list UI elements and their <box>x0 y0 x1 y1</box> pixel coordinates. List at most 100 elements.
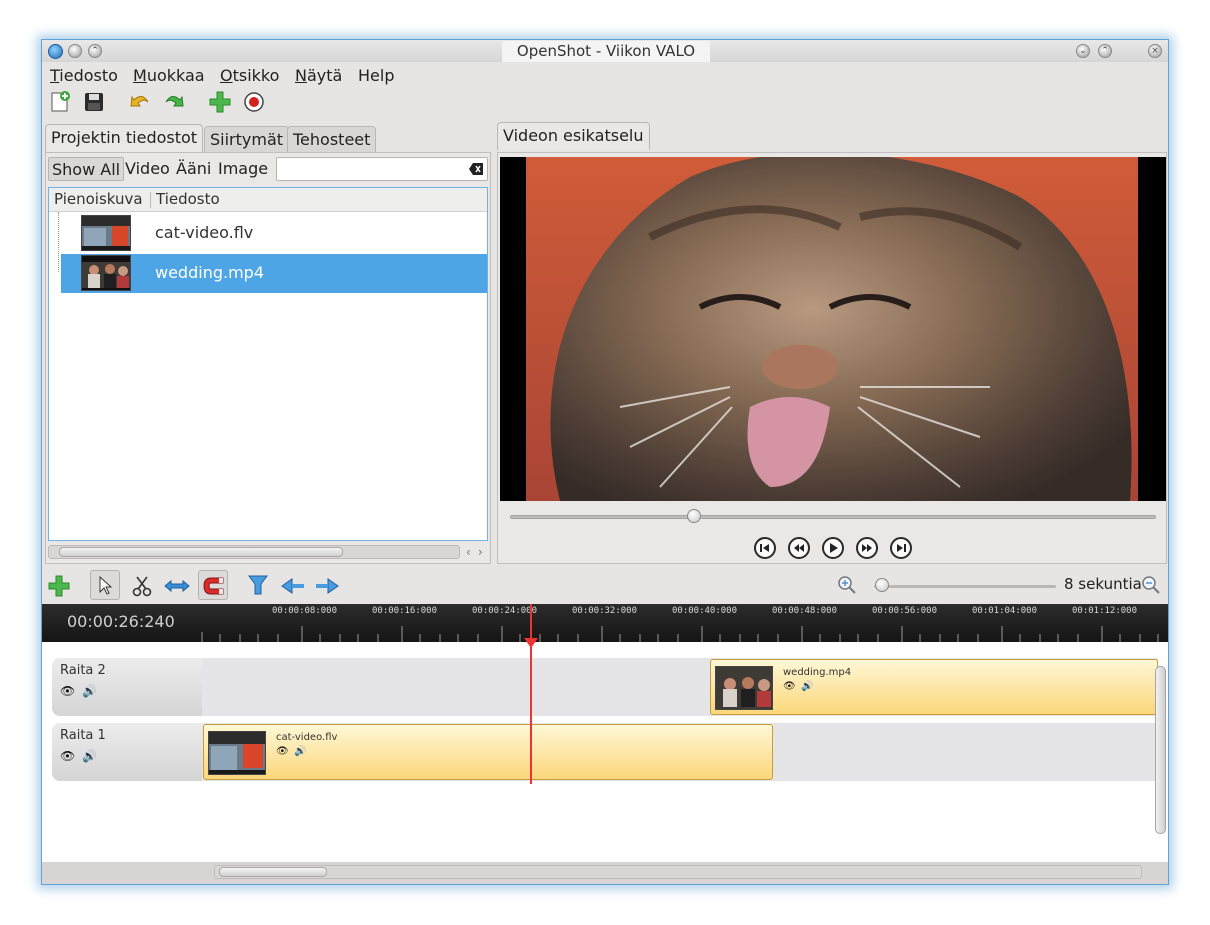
app-icon[interactable] <box>48 44 63 59</box>
filter-audio[interactable]: Ääni <box>173 157 214 181</box>
clip-wedding[interactable]: wedding.mp4 👁 🔊 <box>710 659 1158 715</box>
file-row-cat-video[interactable]: cat-video.flv <box>61 214 487 253</box>
seek-handle[interactable] <box>687 509 701 523</box>
eye-icon[interactable]: 👁 <box>276 746 289 757</box>
clip-name: cat-video.flv <box>276 732 338 743</box>
resize-icon[interactable] <box>164 579 190 593</box>
rewind-icon <box>794 544 804 552</box>
tab-project-files[interactable]: Projektin tiedostot <box>45 124 204 152</box>
track-header: Raita 1 👁 🔊 <box>52 723 202 781</box>
zoom-slider-handle[interactable] <box>875 578 889 592</box>
ruler-tick-label: 00:01:04:000 <box>972 606 1038 616</box>
window-title: OpenShot - Viikon VALO <box>502 41 710 62</box>
track-audio-icon[interactable]: 🔊 <box>82 749 97 763</box>
marker-icon[interactable] <box>247 574 269 598</box>
filter-image[interactable]: Image <box>215 157 271 181</box>
project-files-panel: Show All Video Ääni Image Pienoiskuva Ti… <box>45 152 491 564</box>
record-icon[interactable] <box>242 90 266 114</box>
column-file[interactable]: Tiedosto <box>156 190 220 208</box>
tab-transitions[interactable]: Siirtymät <box>204 126 290 154</box>
jump-start-button[interactable] <box>754 537 776 559</box>
add-icon[interactable] <box>208 90 232 114</box>
track-name: Raita 2 <box>60 663 106 678</box>
jump-end-button[interactable] <box>890 537 912 559</box>
play-button[interactable] <box>822 537 844 559</box>
zoom-out-icon[interactable] <box>1140 574 1162 596</box>
ruler-tick-label: 00:00:56:000 <box>872 606 938 616</box>
ruler-tick-label: 00:00:32:000 <box>572 606 638 616</box>
ruler-tick-label: 00:00:48:000 <box>772 606 838 616</box>
timeline-vscroll-thumb[interactable] <box>1155 666 1166 834</box>
next-marker-icon[interactable] <box>314 577 340 595</box>
eye-icon[interactable]: 👁 <box>783 681 796 692</box>
file-row-wedding[interactable]: wedding.mp4 <box>61 254 487 293</box>
timeline-vertical-scrollbar[interactable] <box>1154 654 1168 864</box>
file-name: cat-video.flv <box>155 223 254 242</box>
minimize-icon[interactable]: ⌄ <box>1076 44 1090 58</box>
maximize-icon[interactable]: ⌃ <box>1098 44 1112 58</box>
clip-cat-video[interactable]: cat-video.flv 👁 🔊 <box>203 724 773 780</box>
prev-marker-icon[interactable] <box>280 577 306 595</box>
undo-icon[interactable] <box>128 90 152 114</box>
file-list: Pienoiskuva Tiedosto cat-video.flv weddi… <box>48 187 488 541</box>
scroll-right-icon[interactable]: › <box>478 545 483 559</box>
ruler-ticks <box>201 626 1159 642</box>
zoom-in-icon[interactable] <box>836 574 858 596</box>
window-keep-above-icon[interactable]: ⌃ <box>88 44 102 58</box>
clear-search-icon[interactable] <box>469 163 483 175</box>
tab-video-preview[interactable]: Videon esikatselu <box>497 122 650 150</box>
add-track-icon[interactable] <box>47 574 71 598</box>
openshot-window: ⌃ OpenShot - Viikon VALO ⌄ ⌃ × Tiedosto … <box>41 39 1169 885</box>
timeline-hscroll-thumb[interactable] <box>219 867 327 877</box>
clip-thumbnail <box>208 731 266 775</box>
zoom-slider-track[interactable] <box>874 585 1056 588</box>
snap-magnet-icon <box>203 577 224 595</box>
title-bar: ⌃ OpenShot - Viikon VALO ⌄ ⌃ × <box>42 40 1168 62</box>
new-project-icon[interactable] <box>48 90 72 114</box>
track-visibility-icon[interactable]: 👁 <box>60 684 75 698</box>
playhead-marker[interactable] <box>524 638 538 648</box>
track-audio-icon[interactable]: 🔊 <box>82 684 97 698</box>
files-scroll-thumb[interactable] <box>59 547 343 557</box>
track-header: Raita 2 👁 🔊 <box>52 658 202 716</box>
clip-name: wedding.mp4 <box>783 667 852 678</box>
razor-icon[interactable] <box>131 575 153 597</box>
rewind-button[interactable] <box>788 537 810 559</box>
close-icon[interactable]: × <box>1148 44 1162 58</box>
scroll-left-icon[interactable]: ‹ <box>466 545 471 559</box>
jump-start-icon <box>760 544 769 552</box>
fast-forward-icon <box>862 544 872 552</box>
seek-track[interactable] <box>510 515 1156 519</box>
timeline-ruler[interactable]: 00:00:26:240 00:00:08:000 00:00:16:000 0… <box>42 604 1168 642</box>
timeline-tracks: Raita 2 👁 🔊 wedding.mp4 👁 🔊 Raita 1 👁 🔊 … <box>42 642 1168 862</box>
speaker-icon[interactable]: 🔊 <box>801 681 813 692</box>
track-visibility-icon[interactable]: 👁 <box>60 749 75 763</box>
track-raita-2[interactable]: Raita 2 👁 🔊 wedding.mp4 👁 🔊 <box>52 658 1158 716</box>
ruler-tick-label: 00:00:08:000 <box>272 606 338 616</box>
speaker-icon[interactable]: 🔊 <box>294 746 306 757</box>
ruler-tick-label: 00:00:40:000 <box>672 606 738 616</box>
menu-edit[interactable]: Muokkaa <box>133 66 205 85</box>
column-thumbnail[interactable]: Pienoiskuva <box>54 190 143 208</box>
list-header: Pienoiskuva Tiedosto <box>49 188 487 212</box>
save-icon[interactable] <box>82 90 106 114</box>
pointer-icon <box>99 576 113 595</box>
search-input[interactable] <box>276 157 488 181</box>
snap-button[interactable] <box>198 570 228 600</box>
filter-video[interactable]: Video <box>122 157 173 181</box>
files-horizontal-scrollbar[interactable] <box>48 545 460 559</box>
fast-forward-button[interactable] <box>856 537 878 559</box>
menu-view[interactable]: Näytä <box>295 66 342 85</box>
filter-show-all[interactable]: Show All <box>48 157 125 181</box>
menu-title[interactable]: Otsikko <box>220 66 279 85</box>
menu-file[interactable]: Tiedosto <box>50 66 118 85</box>
window-minimize-left-icon[interactable] <box>68 44 82 58</box>
menu-help[interactable]: Help <box>358 66 394 85</box>
playhead-line[interactable] <box>530 604 532 784</box>
ruler-tick-label: 00:00:16:000 <box>372 606 438 616</box>
track-raita-1[interactable]: Raita 1 👁 🔊 cat-video.flv 👁 🔊 <box>52 723 1158 781</box>
pointer-tool-button[interactable] <box>90 570 120 600</box>
redo-icon[interactable] <box>162 90 186 114</box>
timeline-horizontal-scrollbar[interactable] <box>214 865 1142 879</box>
tab-effects[interactable]: Tehosteet <box>287 126 377 154</box>
